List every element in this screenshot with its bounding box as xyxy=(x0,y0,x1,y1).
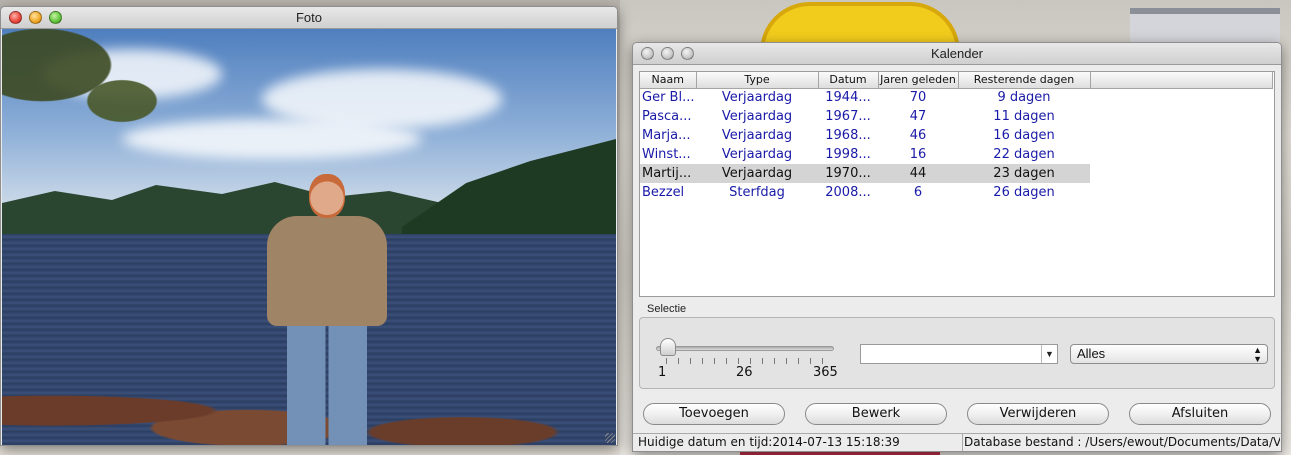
calendar-window-title: Kalender xyxy=(930,46,984,61)
column-header-resterende-dagen[interactable]: Resterende dagen xyxy=(958,72,1091,89)
photo-window-titlebar[interactable]: Foto xyxy=(1,7,617,29)
cell-rest: 22 dagen xyxy=(993,147,1055,162)
type-popup-value: Alles xyxy=(1077,346,1106,361)
table-row[interactable]: Winst... Verjaardag 1998... 16 22 dagen xyxy=(640,145,1272,164)
cell-empty xyxy=(1090,88,1272,107)
status-bar: Huidige datum en tijd:2014-07-13 15:18:3… xyxy=(633,433,1281,451)
cell-naam: Winst... xyxy=(642,147,691,162)
table-row[interactable]: Bezzel Sterfdag 2008... 6 26 dagen xyxy=(640,183,1272,202)
cell-type: Verjaardag xyxy=(721,147,793,162)
days-slider-knob[interactable] xyxy=(660,338,676,356)
zoom-window-button[interactable] xyxy=(681,47,694,60)
cell-rest: 26 dagen xyxy=(993,185,1055,200)
close-window-button[interactable] xyxy=(641,47,654,60)
photo-person-torso xyxy=(267,216,387,326)
slider-label-max: 365 xyxy=(813,365,838,380)
selection-label: Selectie xyxy=(647,303,687,315)
cell-jaren: 16 xyxy=(909,147,927,162)
cell-naam: Bezzel xyxy=(642,185,685,200)
cell-rest: 23 dagen xyxy=(958,164,1090,183)
window-controls xyxy=(641,47,694,60)
cell-jaren: 46 xyxy=(909,128,927,143)
cell-datum: 2008... xyxy=(825,185,871,200)
days-slider-track[interactable] xyxy=(656,346,834,351)
cell-datum: 1968... xyxy=(825,128,871,143)
calendar-window-titlebar[interactable]: Kalender xyxy=(633,43,1281,65)
delete-button[interactable]: Verwijderen xyxy=(967,403,1109,425)
calendar-window: Kalender Naam Type Datum Jaren geleden R… xyxy=(632,42,1282,452)
status-datetime: Huidige datum en tijd:2014-07-13 15:18:3… xyxy=(638,435,900,449)
chevron-down-icon[interactable]: ▼ xyxy=(1041,345,1057,363)
cell-rest: 9 dagen xyxy=(997,90,1051,106)
table-row[interactable]: Pasca... Verjaardag 1967... 47 11 dagen xyxy=(640,107,1272,126)
events-table: Naam Type Datum Jaren geleden Resterende… xyxy=(639,71,1275,297)
cell-empty xyxy=(1090,183,1272,202)
photo-person-head xyxy=(309,174,345,218)
slider-label-mid: 26 xyxy=(736,365,753,380)
photo-window-title: Foto xyxy=(295,10,322,25)
cell-jaren: 70 xyxy=(909,90,927,106)
cell-type: Verjaardag xyxy=(721,128,793,143)
cell-empty xyxy=(1090,107,1272,126)
photo-branch xyxy=(2,29,202,149)
minimize-window-button[interactable] xyxy=(661,47,674,60)
cell-type: Verjaardag xyxy=(696,164,818,183)
table-row-selected[interactable]: Martij... Verjaardag 1970... 44 23 dagen xyxy=(640,164,1272,183)
photo-person xyxy=(252,174,402,445)
filter-combo-box[interactable]: ▼ xyxy=(860,344,1058,364)
cell-type: Verjaardag xyxy=(721,109,793,124)
cell-datum: 1998... xyxy=(825,147,871,162)
selection-group: 1 26 365 ▼ Alles ▲ ▼ xyxy=(639,317,1275,389)
slider-label-min: 1 xyxy=(658,365,667,380)
type-popup-button[interactable]: Alles ▲ ▼ xyxy=(1070,344,1268,364)
status-database-path: Database bestand : /Users/ewout/Document… xyxy=(962,434,1280,451)
table-row[interactable]: Marja... Verjaardag 1968... 46 16 dagen xyxy=(640,126,1272,145)
cell-empty xyxy=(1090,164,1272,183)
edit-button[interactable]: Bewerk xyxy=(805,403,947,425)
close-button[interactable]: Afsluiten xyxy=(1129,403,1271,425)
cell-jaren: 44 xyxy=(878,164,958,183)
cell-naam: Marja... xyxy=(642,128,691,143)
cell-jaren: 47 xyxy=(909,109,927,124)
cell-rest: 16 dagen xyxy=(993,128,1055,143)
column-header-type[interactable]: Type xyxy=(696,72,819,89)
table-row[interactable]: Ger Bl... Verjaardag 1944... 70 9 dagen xyxy=(640,88,1272,107)
column-header-naam[interactable]: Naam xyxy=(640,72,697,89)
cell-naam: Pasca... xyxy=(642,109,692,124)
resize-grip-icon[interactable] xyxy=(605,433,615,443)
cell-empty xyxy=(1090,145,1272,164)
cell-datum: 1967... xyxy=(825,109,871,124)
column-header-jaren-geleden[interactable]: Jaren geleden xyxy=(878,72,959,89)
add-button[interactable]: Toevoegen xyxy=(643,403,785,425)
cell-rest: 11 dagen xyxy=(993,109,1055,124)
window-controls xyxy=(9,11,62,24)
events-table-grid: Naam Type Datum Jaren geleden Resterende… xyxy=(640,72,1273,202)
photo-person-legs xyxy=(287,324,367,445)
cell-datum: 1970... xyxy=(818,164,878,183)
column-header-empty xyxy=(1090,72,1273,89)
updown-arrows-icon: ▲ ▼ xyxy=(1253,345,1262,364)
cell-naam: Ger Bl... xyxy=(642,90,695,106)
cell-type: Verjaardag xyxy=(721,90,793,106)
cell-datum: 1944... xyxy=(825,90,871,106)
days-slider-ticks xyxy=(666,358,834,364)
minimize-window-button[interactable] xyxy=(29,11,42,24)
cell-empty xyxy=(1090,126,1272,145)
cell-naam: Martij... xyxy=(640,164,696,183)
zoom-window-button[interactable] xyxy=(49,11,62,24)
photo-window: Foto xyxy=(0,6,618,446)
cell-jaren: 6 xyxy=(913,185,923,200)
photo-forest xyxy=(402,139,616,249)
photo-image xyxy=(2,29,616,445)
column-header-datum[interactable]: Datum xyxy=(818,72,879,89)
cell-type: Sterfdag xyxy=(729,185,785,200)
close-window-button[interactable] xyxy=(9,11,22,24)
